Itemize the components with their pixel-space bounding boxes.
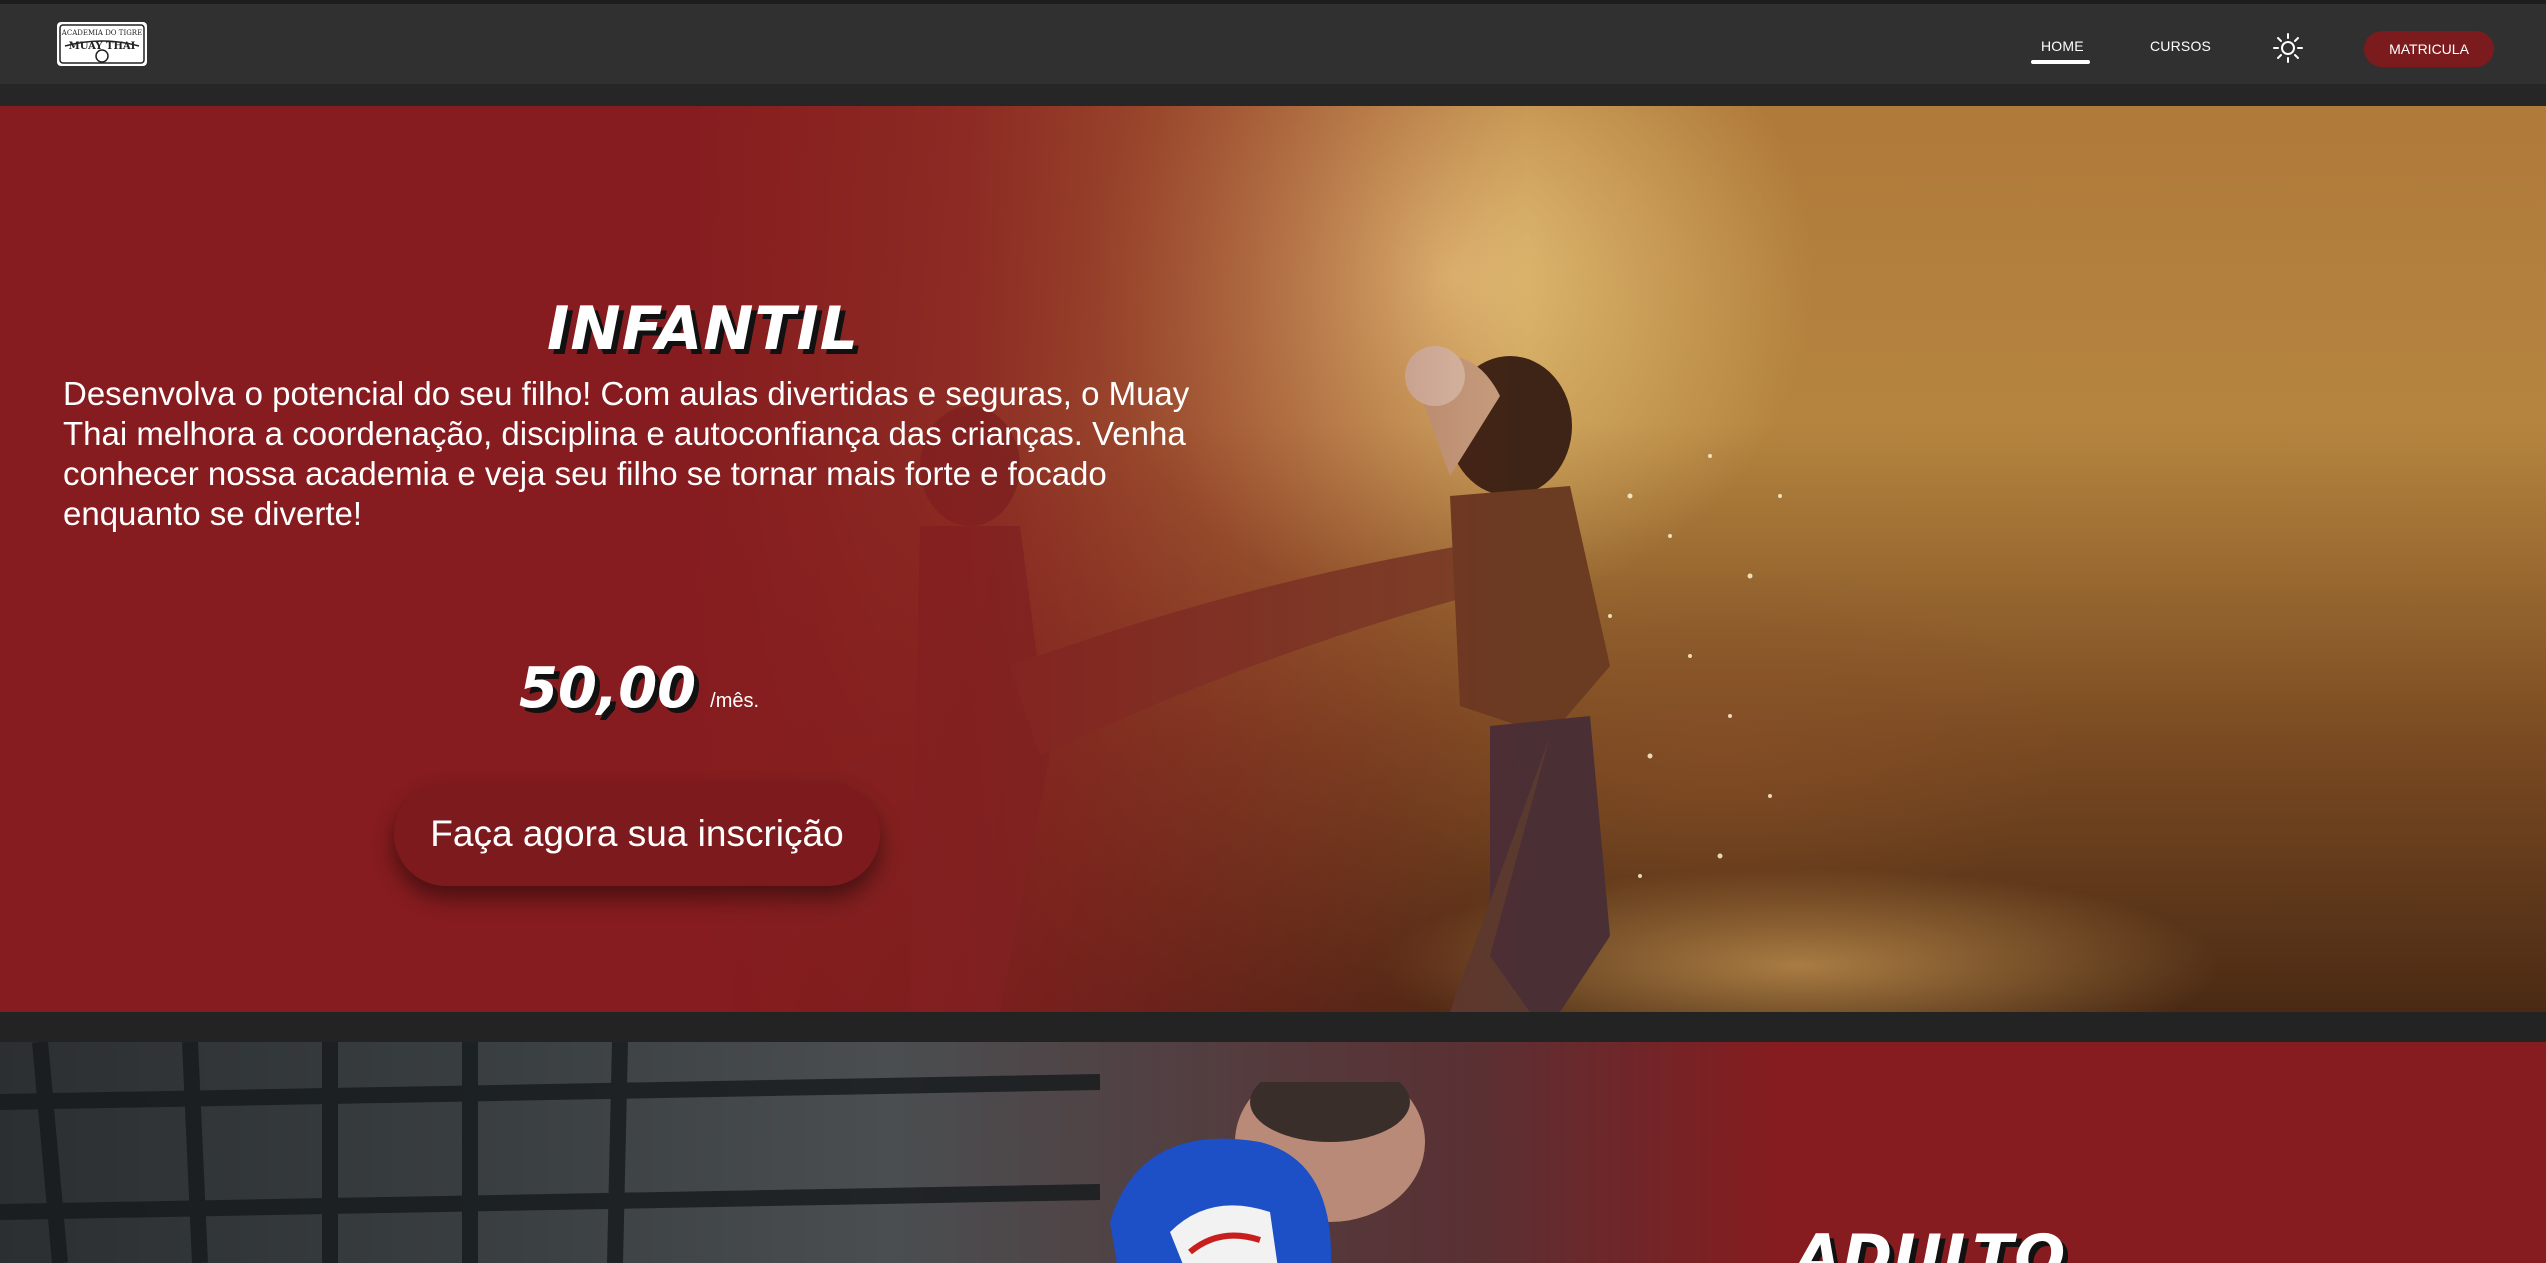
section-divider [0,1012,2546,1042]
cage-background-image [0,1042,1100,1263]
nav-home-link[interactable]: HOME [2041,38,2084,54]
header-divider [0,84,2546,106]
price-row: 50,00/mês. [519,656,759,726]
svg-text:ACADEMIA DO TIGRE: ACADEMIA DO TIGRE [61,29,142,37]
svg-text:MUAY THAI: MUAY THAI [69,41,136,52]
section-adulto: ADULTO [0,1042,2546,1263]
nav-cursos-link[interactable]: CURSOS [2150,38,2211,54]
boxing-glove-image [1110,1082,1425,1263]
logo[interactable]: ACADEMIA DO TIGRE MUAY THAI [55,16,149,72]
nav-active-indicator [2031,60,2090,64]
top-navbar: ACADEMIA DO TIGRE MUAY THAI HOME CURSOS … [0,0,2546,84]
logo-badge-icon: ACADEMIA DO TIGRE MUAY THAI [57,22,147,66]
hero-red-overlay [0,106,2546,1012]
hero-title: INFANTIL [547,294,859,364]
matricula-button[interactable]: MATRICULA [2364,31,2494,67]
hero-infantil: INFANTIL Desenvolva o potencial do seu f… [0,106,2546,1012]
section-two-title: ADULTO [1795,1222,2067,1263]
price-period: /mês. [710,690,760,712]
signup-button[interactable]: Faça agora sua inscrição [394,782,880,886]
theme-toggle-button[interactable] [2272,32,2304,64]
hero-description: Desenvolva o potencial do seu filho! Com… [63,375,1190,532]
price-value: 50,00 [519,656,697,721]
sun-icon [2273,33,2303,63]
